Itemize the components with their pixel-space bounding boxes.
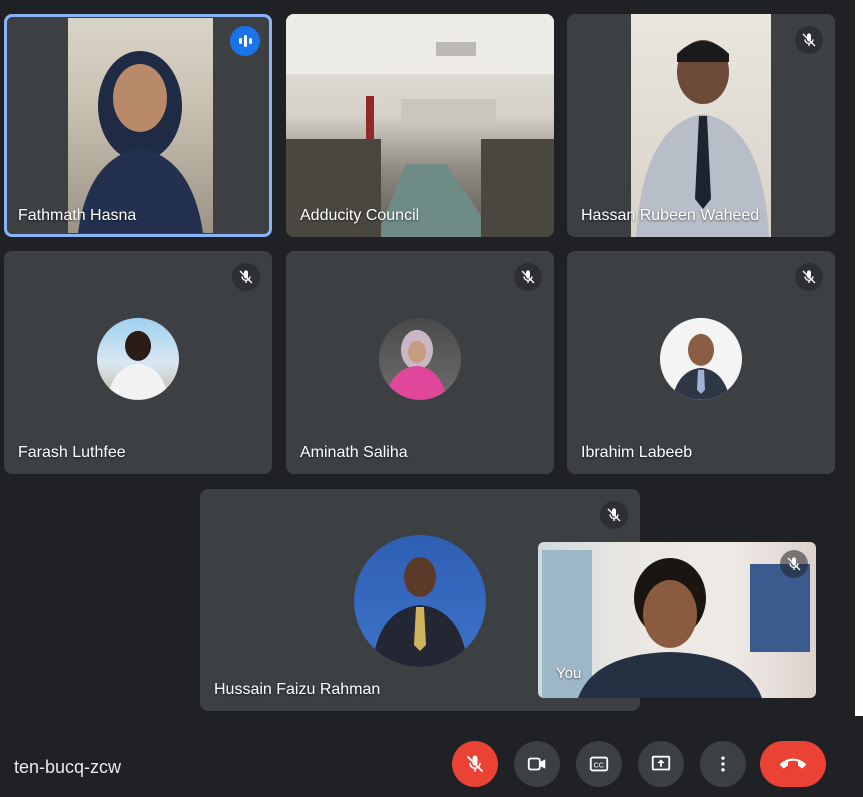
- self-view-tile[interactable]: You: [538, 542, 816, 698]
- person-silhouette: [78, 51, 203, 233]
- participant-video: [631, 14, 771, 237]
- scrollbar-track[interactable]: [855, 0, 863, 716]
- more-options-icon: [721, 756, 725, 772]
- avatar: [660, 317, 742, 400]
- participant-tile-hassan-rubeen-waheed[interactable]: Hassan Rubeen Waheed: [567, 14, 835, 237]
- participant-name: Hussain Faizu Rahman: [214, 681, 381, 698]
- mic-off-icon: [232, 263, 260, 291]
- avatar: [379, 317, 461, 400]
- captions-button[interactable]: CC: [576, 741, 622, 787]
- participant-tile-ibrahim-labeeb[interactable]: Ibrahim Labeeb: [567, 251, 835, 474]
- participant-video: [68, 18, 213, 233]
- mic-off-icon: [795, 263, 823, 291]
- participant-tile-fathmath-hasna[interactable]: Fathmath Hasna: [4, 14, 272, 237]
- avatar: [354, 535, 486, 667]
- person-silhouette: [636, 40, 769, 237]
- closed-captions-icon: CC: [589, 756, 609, 772]
- end-call-icon: [780, 758, 806, 769]
- avatar: [97, 317, 179, 400]
- participant-name: Farash Luthfee: [18, 444, 126, 461]
- mic-off-icon: [600, 501, 628, 529]
- participant-tile-aminath-saliha[interactable]: Aminath Saliha: [286, 251, 554, 474]
- svg-text:CC: CC: [594, 761, 605, 770]
- speaking-indicator-icon: [230, 26, 260, 56]
- participant-name: Fathmath Hasna: [18, 207, 137, 224]
- present-screen-icon: [651, 755, 671, 771]
- more-options-button[interactable]: [700, 741, 746, 787]
- participant-name: Hassan Rubeen Waheed: [581, 207, 760, 224]
- mic-off-icon: [780, 550, 808, 578]
- participant-tile-farash-luthfee[interactable]: Farash Luthfee: [4, 251, 272, 474]
- participant-name: Aminath Saliha: [300, 444, 408, 461]
- participant-name: Ibrahim Labeeb: [581, 444, 693, 461]
- camera-toggle-button[interactable]: [514, 741, 560, 787]
- videocam-icon: [527, 757, 546, 771]
- mic-off-icon: [514, 263, 542, 291]
- mic-off-icon: [466, 755, 484, 773]
- participant-name: Adducity Council: [300, 207, 420, 224]
- mic-off-icon: [795, 26, 823, 54]
- participant-tile-adducity-council[interactable]: Adducity Council: [286, 14, 554, 237]
- present-button[interactable]: [638, 741, 684, 787]
- mic-toggle-button[interactable]: [452, 741, 498, 787]
- participant-video: [286, 14, 554, 237]
- meeting-code: ten-bucq-zcw: [14, 757, 122, 777]
- self-label: You: [556, 665, 582, 682]
- conference-room-image: [286, 14, 554, 237]
- leave-call-button[interactable]: [760, 741, 826, 787]
